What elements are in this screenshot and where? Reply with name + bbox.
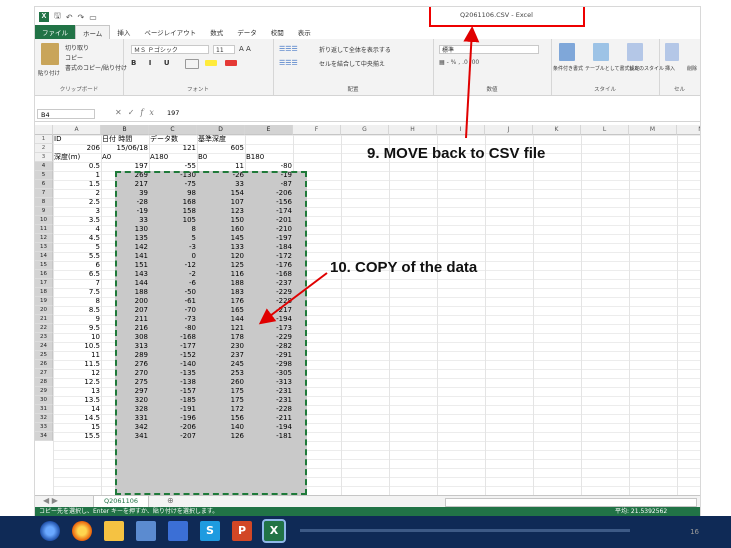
arrow-to-title <box>463 26 480 139</box>
annotation-arrows <box>258 26 480 325</box>
arrow-to-selection <box>258 272 328 325</box>
slide: X 🖫 ↶ ↷ ▭ Q2061106.CSV - Excel ファイル ホーム … <box>0 0 731 548</box>
